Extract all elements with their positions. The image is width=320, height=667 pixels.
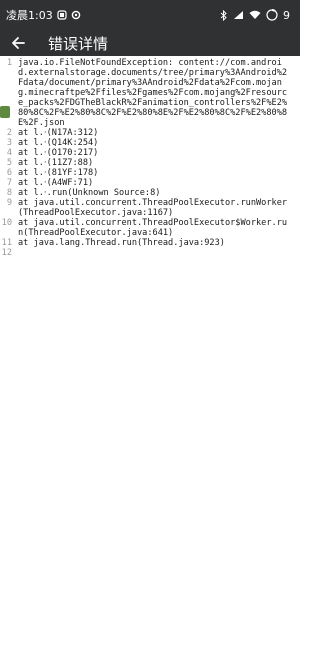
log-line: 6 at l.‧(81YF:178) [0, 168, 300, 178]
line-text: at l.‧(11Z7:88) [18, 158, 94, 168]
line-number: 4 [6, 148, 12, 158]
battery-icon [266, 9, 278, 21]
line-text: java.io.FileNotFoundException: content:/… [18, 58, 288, 128]
status-bar: 凌晨1:03 9 [0, 0, 300, 30]
line-number: 1 [6, 58, 12, 68]
notification-icon [57, 10, 67, 20]
wifi-icon [249, 10, 261, 20]
line-number: 5 [6, 158, 12, 168]
back-button[interactable] [0, 30, 36, 56]
line-text: at java.lang.Thread.run(Thread.java:923) [18, 238, 225, 248]
log-line: 3 at l.‧(Q14K:254) [0, 138, 300, 148]
line-text: at l.‧(Q14K:254) [18, 138, 99, 148]
arrow-back-icon [11, 36, 25, 50]
log-line: 8 at l.‧.run(Unknown Source:8) [0, 188, 300, 198]
bluetooth-icon [220, 9, 228, 21]
line-number: 6 [6, 168, 12, 178]
line-number: 12 [1, 248, 12, 258]
log-line: 9 at java.util.concurrent.ThreadPoolExecu… [0, 198, 300, 218]
line-text: at java.util.concurrent.ThreadPoolExecut… [18, 198, 288, 218]
line-text: at l.‧(81YF:178) [18, 168, 99, 178]
error-log-view[interactable]: 1 java.io.FileNotFoundException: content:… [0, 56, 300, 667]
line-text: at l.‧(A4WF:71) [18, 178, 94, 188]
settings-icon [71, 10, 81, 20]
line-text: at java.util.concurrent.ThreadPoolExecut… [18, 218, 288, 238]
log-line: 1 java.io.FileNotFoundException: content:… [0, 58, 300, 128]
page-title: 错误详情 [48, 34, 109, 53]
line-number: 11 [1, 238, 12, 248]
line-number: 2 [6, 128, 12, 138]
log-line: 7 at l.‧(A4WF:71) [0, 178, 300, 188]
app-bar: 错误详情 [0, 30, 300, 56]
line-number: 10 [1, 218, 12, 228]
log-line: 10 at java.util.concurrent.ThreadPoolExec… [0, 218, 300, 238]
line-number: 8 [6, 188, 12, 198]
log-line: 12 [0, 248, 300, 258]
line-text: at l.‧(N17A:312) [18, 128, 99, 138]
status-time: 凌晨1:03 [6, 9, 53, 22]
line-number: 9 [6, 198, 12, 208]
log-line: 11 at java.lang.Thread.run(Thread.java:92… [0, 238, 300, 248]
log-line: 2 at l.‧(N17A:312) [0, 128, 300, 138]
line-number: 3 [6, 138, 12, 148]
line-text [14, 248, 300, 258]
code-editor[interactable]: 1 java.io.FileNotFoundException: content:… [0, 58, 300, 258]
line-number: 7 [6, 178, 12, 188]
battery-level: 9 [283, 8, 290, 22]
log-line: 4 at l.‧(O170:217) [0, 148, 300, 158]
signal-icon [233, 10, 244, 20]
log-line: 5 at l.‧(11Z7:88) [0, 158, 300, 168]
line-text: at l.‧(O170:217) [18, 148, 99, 158]
line-text: at l.‧.run(Unknown Source:8) [18, 188, 161, 198]
